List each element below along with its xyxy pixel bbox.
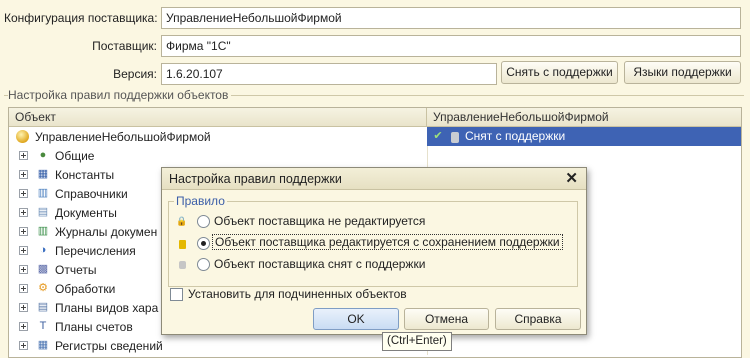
ok-button[interactable]: OK <box>313 308 399 330</box>
column-separator <box>427 146 428 165</box>
root-status-cell[interactable]: ✔ Снят с поддержки <box>427 127 741 146</box>
rule-group-title: Правило <box>174 194 227 208</box>
configuration-icon <box>16 130 29 143</box>
close-icon[interactable]: ✕ <box>565 169 578 187</box>
tree-item-label: Планы видов хара <box>55 301 159 315</box>
tree-item-label: Обработки <box>55 282 116 296</box>
remove-support-button[interactable]: Снять с поддержки <box>501 61 618 84</box>
config-field[interactable]: УправлениеНебольшойФирмой <box>161 7 741 29</box>
expand-plus-icon[interactable] <box>19 341 28 350</box>
cancel-button[interactable]: Отмена <box>404 308 489 330</box>
expand-plus-icon[interactable] <box>19 284 28 293</box>
tree-root-label: УправлениеНебольшойФирмой <box>35 130 211 144</box>
root-status-label: Снят с поддержки <box>465 129 566 143</box>
support-rule-icon: ✔ <box>433 130 443 142</box>
expand-plus-icon[interactable] <box>19 170 28 179</box>
help-button[interactable]: Справка <box>495 308 581 330</box>
expand-plus-icon[interactable] <box>19 246 28 255</box>
version-field[interactable]: 1.6.20.107 <box>161 63 497 85</box>
enums-icon: ◑ <box>39 244 47 256</box>
accounts-icon: T <box>39 320 47 332</box>
tree-item-label: Документы <box>55 206 117 220</box>
lock-closed-icon: 🔒 <box>176 216 188 226</box>
tree-row[interactable]: ● Общие <box>9 146 741 165</box>
unlocked-gray-icon <box>179 261 186 269</box>
ok-shortcut-tooltip: (Ctrl+Enter) <box>382 332 452 351</box>
tree-item-label: Константы <box>55 168 115 182</box>
expand-plus-icon[interactable] <box>19 265 28 274</box>
documents-icon: ▤ <box>37 206 49 218</box>
column-header-object[interactable]: Объект <box>9 108 427 127</box>
journals-icon: ▥ <box>37 225 49 237</box>
radio-not-editable[interactable] <box>197 215 210 228</box>
support-rules-dialog: Настройка правил поддержки ✕ Правило 🔒 О… <box>161 167 587 335</box>
char-plans-icon: ▤ <box>37 301 49 313</box>
column-header-config[interactable]: УправлениеНебольшойФирмой <box>427 108 741 127</box>
expand-plus-icon[interactable] <box>19 227 28 236</box>
reports-icon: ▩ <box>37 263 49 275</box>
constants-icon: ▦ <box>37 168 49 180</box>
tree-item-label: Перечисления <box>55 244 136 258</box>
radio-removed-from-support[interactable] <box>197 258 210 271</box>
tree-item-label: Журналы докумен <box>55 225 158 239</box>
option-editable-label[interactable]: Объект поставщика редактируется с сохран… <box>212 234 563 250</box>
version-label: Версия: <box>113 67 157 81</box>
tree-row-root[interactable]: УправлениеНебольшойФирмой ✔ Снят с подде… <box>9 127 741 146</box>
dialog-title-bar: Настройка правил поддержки ✕ <box>162 168 586 190</box>
supplier-label: Поставщик: <box>92 39 157 53</box>
expand-plus-icon[interactable] <box>19 208 28 217</box>
expand-plus-icon[interactable] <box>19 303 28 312</box>
expand-plus-icon[interactable] <box>19 151 28 160</box>
catalogs-icon: ▥ <box>37 187 49 199</box>
dialog-title: Настройка правил поддержки <box>169 172 342 186</box>
expand-plus-icon[interactable] <box>19 189 28 198</box>
tree-item-label: Планы счетов <box>55 320 133 334</box>
radio-editable-with-support[interactable] <box>197 237 210 250</box>
supplier-field[interactable]: Фирма "1С" <box>161 35 741 57</box>
group-title: Настройка правил поддержки объектов <box>8 88 232 102</box>
lock-open-icon <box>179 240 186 249</box>
registers-icon: ▦ <box>37 339 49 351</box>
config-label: Конфигурация поставщика: <box>4 11 158 25</box>
option-not-editable-label[interactable]: Объект поставщика не редактируется <box>214 214 425 228</box>
common-icon: ● <box>39 149 47 161</box>
tree-item-label: Регистры сведений <box>55 339 163 353</box>
lock-icon <box>451 132 459 143</box>
tree-item-label: Справочники <box>55 187 128 201</box>
apply-to-children-checkbox[interactable] <box>170 288 183 301</box>
apply-to-children-label[interactable]: Установить для подчиненных объектов <box>188 287 407 301</box>
support-languages-button[interactable]: Языки поддержки <box>624 61 741 84</box>
tree-item-label: Общие <box>55 149 95 163</box>
tree-row[interactable]: ▦ Регистры сведений <box>9 336 741 355</box>
tree-item-label: Отчеты <box>55 263 97 277</box>
processing-icon: ⚙ <box>38 282 48 294</box>
option-removed-label[interactable]: Объект поставщика снят с поддержки <box>214 257 425 271</box>
expand-plus-icon[interactable] <box>19 322 28 331</box>
